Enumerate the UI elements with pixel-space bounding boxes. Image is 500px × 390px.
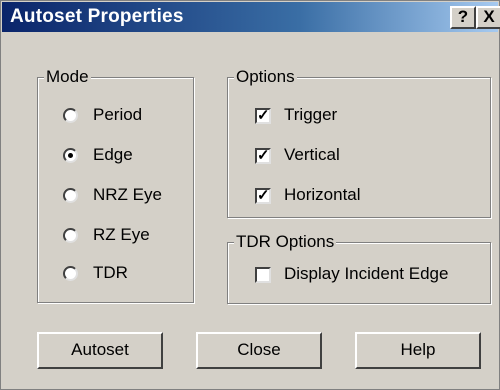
mode-option-label: NRZ Eye <box>93 185 162 204</box>
mode-legend: Mode <box>44 67 91 87</box>
autoset-button[interactable]: Autoset <box>37 332 163 369</box>
option-label: Horizontal <box>284 185 361 204</box>
tdr-options-legend: TDR Options <box>234 232 337 252</box>
trigger-checkbox[interactable]: ✓ <box>255 108 271 124</box>
title-bar[interactable]: Autoset Properties ? X <box>2 2 500 32</box>
options-legend: Options <box>234 67 297 87</box>
option-label: Trigger <box>284 105 338 124</box>
checkmark-icon: ✓ <box>257 187 270 204</box>
vertical-checkbox[interactable]: ✓ <box>255 148 271 164</box>
radio-button[interactable] <box>63 266 78 281</box>
dialog-title: Autoset Properties <box>10 6 184 27</box>
radio-button[interactable] <box>63 188 78 203</box>
mode-option-label: RZ Eye <box>93 225 150 244</box>
option-label: Vertical <box>284 145 340 164</box>
checkmark-icon: ✓ <box>257 107 270 124</box>
radio-button-selected[interactable] <box>63 148 78 163</box>
mode-option-label: Edge <box>93 145 133 164</box>
horizontal-checkbox[interactable]: ✓ <box>255 188 271 204</box>
help-button[interactable]: Help <box>355 332 481 369</box>
radio-button[interactable] <box>63 228 78 243</box>
mode-option-label: TDR <box>93 263 128 282</box>
autoset-properties-dialog: Autoset Properties ? X Mode Period Edge … <box>0 0 500 390</box>
mode-option-label: Period <box>93 105 143 124</box>
option-label: Display Incident Edge <box>284 264 449 283</box>
radio-button[interactable] <box>63 108 78 123</box>
display-incident-edge-checkbox[interactable] <box>255 267 271 283</box>
close-button[interactable]: Close <box>196 332 322 369</box>
help-icon[interactable]: ? <box>450 6 476 29</box>
close-icon[interactable]: X <box>476 6 500 29</box>
checkmark-icon: ✓ <box>257 147 270 164</box>
